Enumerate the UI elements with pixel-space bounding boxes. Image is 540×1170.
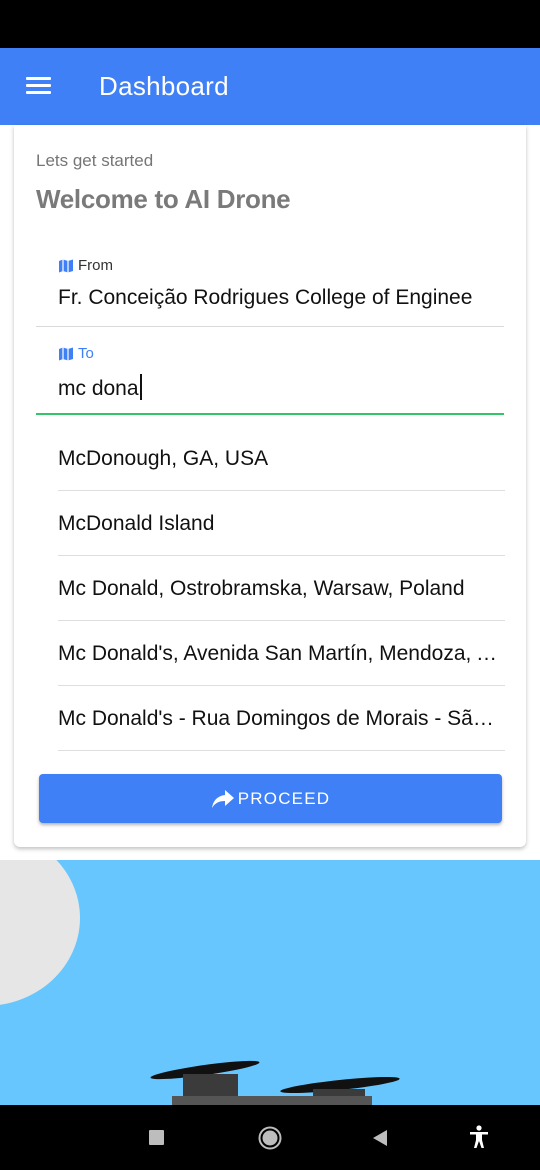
- system-nav-bar: [0, 1105, 540, 1170]
- suggestion-item[interactable]: McDonough, GA, USA: [58, 426, 505, 491]
- suggestion-list: McDonough, GA, USA McDonald Island Mc Do…: [58, 426, 505, 751]
- hamburger-menu-icon[interactable]: [26, 77, 51, 95]
- proceed-button[interactable]: PROCEED: [39, 774, 502, 823]
- drone-graphic: [150, 1060, 400, 1105]
- to-label-text: To: [78, 345, 94, 362]
- map-icon: [59, 347, 73, 360]
- from-input[interactable]: Fr. Conceição Rodrigues College of Engin…: [58, 286, 504, 310]
- suggestion-item[interactable]: Mc Donald, Ostrobramska, Warsaw, Poland: [58, 556, 505, 621]
- from-label-text: From: [78, 257, 113, 274]
- triangle-back-icon[interactable]: [371, 1129, 389, 1147]
- app-title: Dashboard: [99, 71, 229, 101]
- proceed-label: PROCEED: [237, 788, 331, 808]
- drone-illustration: [0, 860, 540, 1105]
- to-input-text: mc dona: [58, 377, 139, 400]
- app-bar: Dashboard: [0, 48, 540, 125]
- to-underline-focused: [36, 413, 504, 415]
- text-caret: [139, 374, 142, 400]
- status-bar: [0, 0, 540, 48]
- square-icon[interactable]: [149, 1130, 164, 1145]
- card-headline: Welcome to AI Drone: [36, 184, 291, 214]
- to-input[interactable]: mc dona: [58, 374, 504, 401]
- suggestion-item[interactable]: McDonald Island: [58, 491, 505, 556]
- card-subtitle: Lets get started: [36, 151, 154, 170]
- from-label: From: [58, 257, 113, 274]
- suggestion-item[interactable]: Mc Donald's, Avenida San Martín, Mendoza…: [58, 621, 505, 686]
- suggestion-item[interactable]: Mc Donald's - Rua Domingos de Morais - S…: [58, 686, 505, 751]
- circle-home-icon[interactable]: [258, 1126, 282, 1150]
- accessibility-icon[interactable]: [469, 1125, 489, 1149]
- map-icon: [59, 259, 73, 272]
- route-card: Lets get started Welcome to AI Drone Fro…: [14, 125, 526, 847]
- from-underline: [36, 326, 504, 327]
- share-arrow-icon: [211, 789, 234, 808]
- to-label: To: [58, 345, 94, 362]
